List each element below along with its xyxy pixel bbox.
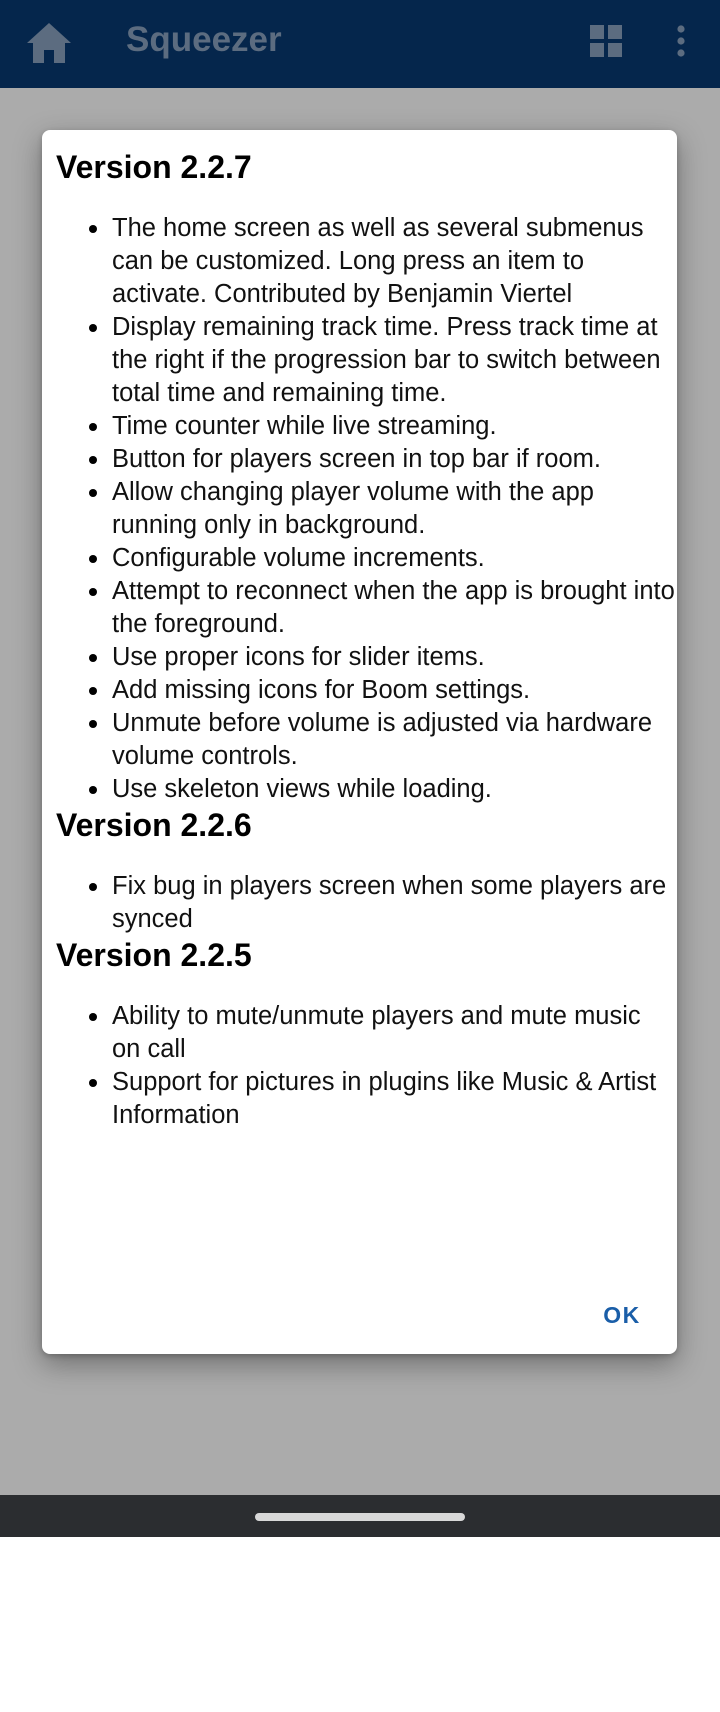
change-item: Use skeleton views while loading. xyxy=(56,773,676,806)
change-item: Unmute before volume is adjusted via har… xyxy=(56,707,676,773)
change-item: The home screen as well as several subme… xyxy=(56,212,676,311)
gesture-home-handle[interactable] xyxy=(255,1513,465,1521)
version-section: Version 2.2.5 Ability to mute/unmute pla… xyxy=(56,936,676,1132)
change-item: Button for players screen in top bar if … xyxy=(56,443,676,476)
change-item: Allow changing player volume with the ap… xyxy=(56,476,676,542)
change-item: Display remaining track time. Press trac… xyxy=(56,311,676,410)
blank-area xyxy=(0,1537,720,1712)
changelog-content: Version 2.2.7 The home screen as well as… xyxy=(56,142,676,1132)
change-list: The home screen as well as several subme… xyxy=(56,212,676,806)
version-heading: Version 2.2.7 xyxy=(56,149,252,185)
change-item: Fix bug in players screen when some play… xyxy=(56,870,676,936)
system-navigation-bar xyxy=(0,1495,720,1537)
change-item: Add missing icons for Boom settings. xyxy=(56,674,676,707)
changelog-dialog: Version 2.2.7 The home screen as well as… xyxy=(42,130,677,1354)
ok-button[interactable]: OK xyxy=(582,1292,662,1338)
change-item: Attempt to reconnect when the app is bro… xyxy=(56,575,676,641)
change-item: Support for pictures in plugins like Mus… xyxy=(56,1066,676,1132)
version-section: Version 2.2.7 The home screen as well as… xyxy=(56,148,676,806)
change-item: Use proper icons for slider items. xyxy=(56,641,676,674)
change-item: Time counter while live streaming. xyxy=(56,410,676,443)
version-heading: Version 2.2.5 xyxy=(56,937,252,973)
change-item: Configurable volume increments. xyxy=(56,542,676,575)
change-item: Ability to mute/unmute players and mute … xyxy=(56,1000,676,1066)
version-heading: Version 2.2.6 xyxy=(56,807,252,843)
change-list: Ability to mute/unmute players and mute … xyxy=(56,1000,676,1132)
change-list: Fix bug in players screen when some play… xyxy=(56,870,676,936)
version-section: Version 2.2.6 Fix bug in players screen … xyxy=(56,806,676,936)
